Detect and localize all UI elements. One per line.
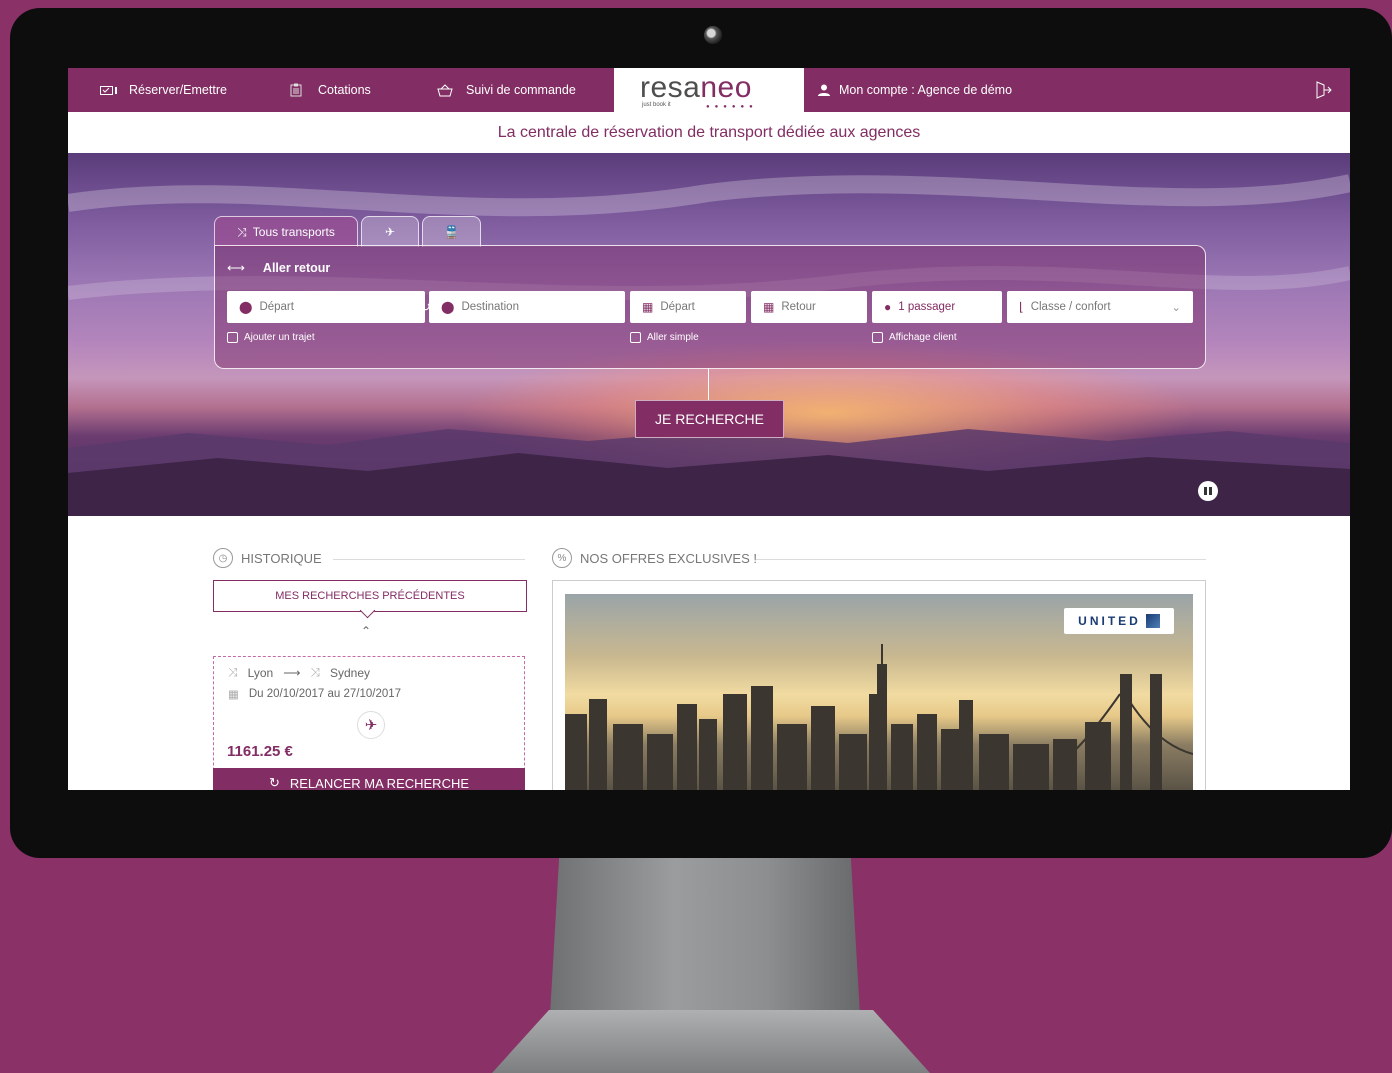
logo-tagline: just book it xyxy=(642,102,671,108)
exit-icon[interactable] xyxy=(1314,81,1332,99)
top-navigation: Réserver/Emettre Cotations Suivi de comm… xyxy=(68,68,1350,112)
nav-orders[interactable]: Suivi de commande xyxy=(437,68,576,112)
tab-train[interactable]: 🚆 xyxy=(422,216,481,247)
nav-quotes-label: Cotations xyxy=(318,83,371,97)
history-price: 1161.25 € xyxy=(227,743,293,760)
history-dates: ▦ Du 20/10/2017 au 27/10/2017 xyxy=(228,687,401,701)
user-icon: ● xyxy=(884,300,892,314)
passengers-input[interactable]: ● 1 passager xyxy=(872,291,1002,323)
passengers-value: 1 passager xyxy=(898,301,956,313)
arrow-right-icon: ⟶ xyxy=(283,665,301,680)
pin-icon: ⬤ xyxy=(239,300,253,314)
plane-icon: ✈ xyxy=(357,711,385,739)
history-divider xyxy=(333,559,525,560)
train-icon: 🚆 xyxy=(444,225,459,239)
add-trip-label: Ajouter un trajet xyxy=(244,332,315,343)
seat-icon: ⌊ xyxy=(1019,300,1024,314)
departure-place-input[interactable]: ⬤ Départ xyxy=(227,291,425,323)
add-trip-checkbox[interactable]: Ajouter un trajet xyxy=(227,332,315,343)
united-logo: UNITED xyxy=(1064,608,1174,634)
tab-all-transports-label: Tous transports xyxy=(252,225,335,239)
nav-quotes[interactable]: Cotations xyxy=(290,68,371,112)
tab-all-transports[interactable]: ⤨ Tous transports xyxy=(214,216,358,247)
trip-type-label: Aller retour xyxy=(262,260,331,275)
swap-arrows-icon: ⟷ xyxy=(227,261,245,275)
relaunch-label: RELANCER MA RECHERCHE xyxy=(289,775,470,791)
chevron-down-icon: ⌄ xyxy=(1171,302,1181,314)
resaneo-logo[interactable]: resaneo just book it ●●●●●● xyxy=(614,68,804,112)
hero-banner: ⤨ Tous transports ✈ 🚆 ⟷ Aller retour ⬤ D… xyxy=(68,153,1350,516)
united-logo-text: UNITED xyxy=(1078,614,1141,628)
nav-book-label: Réserver/Emettre xyxy=(129,83,227,97)
route-to: Sydney xyxy=(330,665,371,680)
client-display-checkbox[interactable]: Affichage client xyxy=(872,332,957,343)
class-select[interactable]: ⌊ Classe / confort ⌄ xyxy=(1007,291,1193,323)
destination-input[interactable]: ⬤ Destination xyxy=(429,291,625,323)
monitor-base xyxy=(492,1010,930,1073)
one-way-checkbox[interactable]: Aller simple xyxy=(630,332,699,343)
camera-icon xyxy=(704,26,722,44)
tab-flight[interactable]: ✈ xyxy=(361,216,419,247)
basket-icon xyxy=(437,83,453,96)
chevron-up-icon[interactable]: ⌃ xyxy=(361,624,371,638)
checkbox-box xyxy=(227,332,238,343)
offers-title: NOS OFFRES EXCLUSIVES ! xyxy=(580,550,757,566)
one-way-label: Aller simple xyxy=(647,332,699,343)
offer-banner-image[interactable]: UNITED xyxy=(565,594,1193,790)
shuffle-icon: ⤨ xyxy=(237,224,247,239)
departure-date-placeholder: Départ xyxy=(660,301,695,313)
nav-account-label: Mon compte : Agence de démo xyxy=(839,83,1013,97)
clipboard-icon xyxy=(290,83,302,97)
united-globe-icon xyxy=(1145,614,1160,628)
return-date-placeholder: Retour xyxy=(781,301,816,313)
search-panel: ⟷ Aller retour ⬤ Départ ↻ ⬤ Destination … xyxy=(214,245,1206,369)
trip-type-selector[interactable]: ⟷ Aller retour xyxy=(227,260,331,276)
nav-account[interactable]: Mon compte : Agence de démo xyxy=(818,68,1012,112)
percent-icon: % xyxy=(552,548,572,568)
history-dates-text: Du 20/10/2017 au 27/10/2017 xyxy=(248,688,402,700)
shuffle-icon: ⤨ xyxy=(310,665,320,679)
logo-wordmark: resaneo xyxy=(640,71,752,104)
plane-icon: ✈ xyxy=(384,225,396,239)
history-heading: ◷ HISTORIQUE xyxy=(213,548,322,568)
logo-dots: ●●●●●● xyxy=(706,104,758,110)
pause-icon xyxy=(1204,487,1207,495)
departure-place-placeholder: Départ xyxy=(259,301,294,313)
calendar-icon: ▦ xyxy=(642,300,654,314)
route-from: Lyon xyxy=(247,665,274,680)
history-title: HISTORIQUE xyxy=(241,550,322,566)
shuffle-icon: ⤨ xyxy=(228,665,238,679)
checklist-icon xyxy=(100,86,117,95)
departure-date-input[interactable]: ▦ Départ xyxy=(630,291,746,323)
relaunch-search-button[interactable]: ↻ RELANCER MA RECHERCHE xyxy=(213,768,525,790)
calendar-icon: ▦ xyxy=(228,689,239,701)
client-display-label: Affichage client xyxy=(889,332,957,343)
checkbox-box xyxy=(872,332,883,343)
return-date-input[interactable]: ▦ Retour xyxy=(751,291,867,323)
destination-placeholder: Destination xyxy=(461,301,519,313)
nav-orders-label: Suivi de commande xyxy=(466,83,576,97)
user-icon xyxy=(818,84,830,96)
screen: Réserver/Emettre Cotations Suivi de comm… xyxy=(68,68,1350,790)
clock-icon: ◷ xyxy=(213,548,233,568)
class-value: Classe / confort xyxy=(1030,301,1111,313)
connector-line xyxy=(708,368,709,400)
slideshow-pause-button[interactable] xyxy=(1198,481,1218,501)
offers-divider xyxy=(756,559,1206,560)
offers-heading: % NOS OFFRES EXCLUSIVES ! xyxy=(552,548,757,568)
calendar-icon: ▦ xyxy=(763,300,775,314)
pin-icon: ⬤ xyxy=(441,300,455,314)
history-route: ⤨ Lyon ⟶ ⤨ Sydney xyxy=(228,665,370,680)
refresh-icon: ↻ xyxy=(268,775,280,790)
checkbox-box xyxy=(630,332,641,343)
nav-book[interactable]: Réserver/Emettre xyxy=(100,68,227,112)
search-button[interactable]: JE RECHERCHE xyxy=(635,400,784,438)
tagline: La centrale de réservation de transport … xyxy=(497,124,921,141)
